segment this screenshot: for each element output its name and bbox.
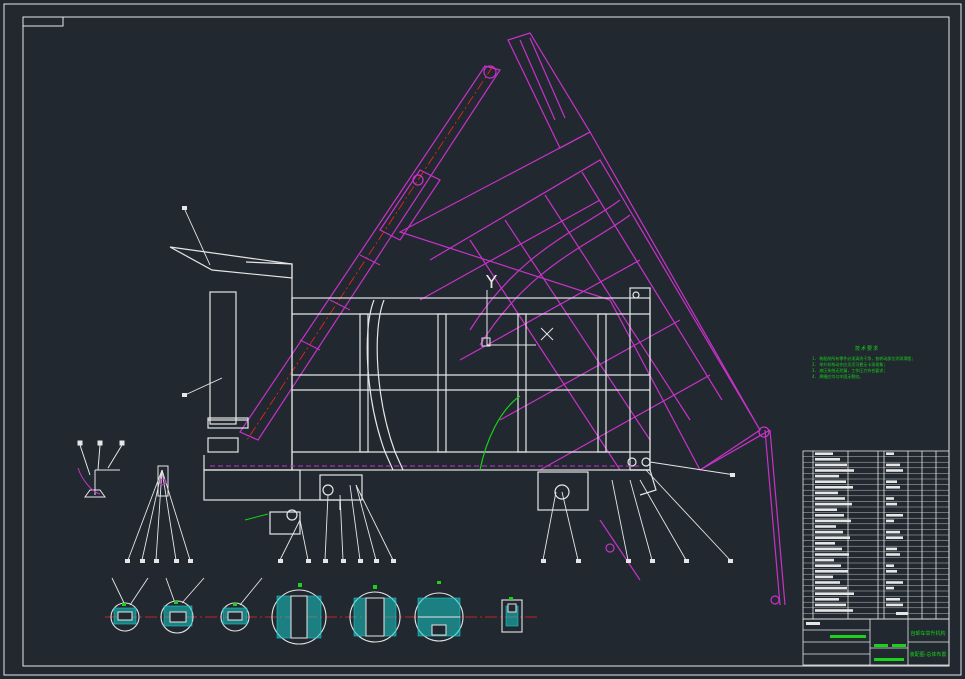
parts-row-material (886, 530, 900, 534)
parts-row-text (815, 603, 846, 607)
cad-drawing: 自卸车举升机构 装配图-总体布置 (3, 3, 962, 676)
parts-row-material (886, 514, 903, 517)
parts-row-material (886, 469, 903, 472)
parts-row-text (815, 519, 851, 523)
parts-row-material (886, 553, 900, 556)
parts-row-text (815, 542, 835, 545)
parts-row-text (815, 452, 833, 455)
parts-row-text (815, 553, 849, 556)
parts-row-text (815, 586, 847, 590)
corner-tag (22, 16, 64, 27)
parts-row-material (886, 570, 897, 573)
parts-row-text (815, 536, 850, 539)
detail-labels (111, 577, 263, 606)
parts-row-material (886, 586, 894, 590)
parts-row-material (886, 486, 900, 489)
parts-row-material (886, 452, 894, 455)
title-block-subtitle: 装配图-总体布置 (910, 651, 947, 658)
parts-row-text (815, 458, 840, 461)
raised-body-outline (398, 32, 786, 606)
parts-list-rows (803, 452, 949, 614)
parts-row-text (815, 530, 843, 534)
parts-row-text (815, 598, 839, 601)
title-block-title: 自卸车举升机构 (910, 630, 945, 637)
green-link (244, 513, 269, 521)
parts-row-text (815, 570, 848, 573)
parts-row-text (815, 592, 854, 595)
chassis-frame (169, 246, 657, 535)
parts-row-text (815, 575, 833, 579)
tilt-angle-arc (479, 395, 521, 471)
parts-row-text (815, 525, 836, 528)
parts-row-text (815, 463, 847, 467)
parts-row-material (886, 564, 894, 567)
parts-row-text (815, 474, 839, 478)
parts-row-text (815, 558, 834, 562)
leader-lines (127, 209, 736, 561)
lift-cylinder (239, 65, 501, 441)
parts-row-material (886, 480, 897, 483)
parts-row-text (815, 514, 844, 517)
parts-row-text (815, 491, 838, 495)
parts-row-material (886, 463, 900, 467)
parts-row-text (815, 508, 837, 511)
technical-notes-title: 技术要求 (854, 346, 879, 352)
parts-row-text (815, 564, 841, 567)
parts-row-text (815, 480, 846, 483)
parts-row-material (886, 603, 903, 607)
parts-row-text (815, 469, 854, 472)
technical-notes: 技术要求 1. 装配前所有零件必须清洗干净，各转动部位涂润滑脂； 2. 举升机构… (812, 346, 922, 380)
parts-row-text (815, 502, 852, 506)
parts-row-text (815, 581, 840, 584)
lever-mechanism (77, 440, 125, 498)
parts-row-material (886, 519, 894, 523)
parts-row-text (815, 497, 845, 500)
parts-row-text (815, 547, 842, 551)
parts-row-material (886, 581, 903, 584)
parts-row-material (886, 598, 900, 601)
parts-row-material (886, 502, 897, 506)
technical-note-line: 4. 焊缝应均匀牢固无裂纹。 (812, 374, 864, 379)
parts-row-material (886, 536, 903, 539)
parts-row-material (886, 497, 894, 500)
parts-row-text (815, 486, 853, 489)
axis-y-label: Y (486, 272, 497, 293)
parts-row-text (815, 609, 853, 612)
parts-row-material (886, 547, 897, 551)
